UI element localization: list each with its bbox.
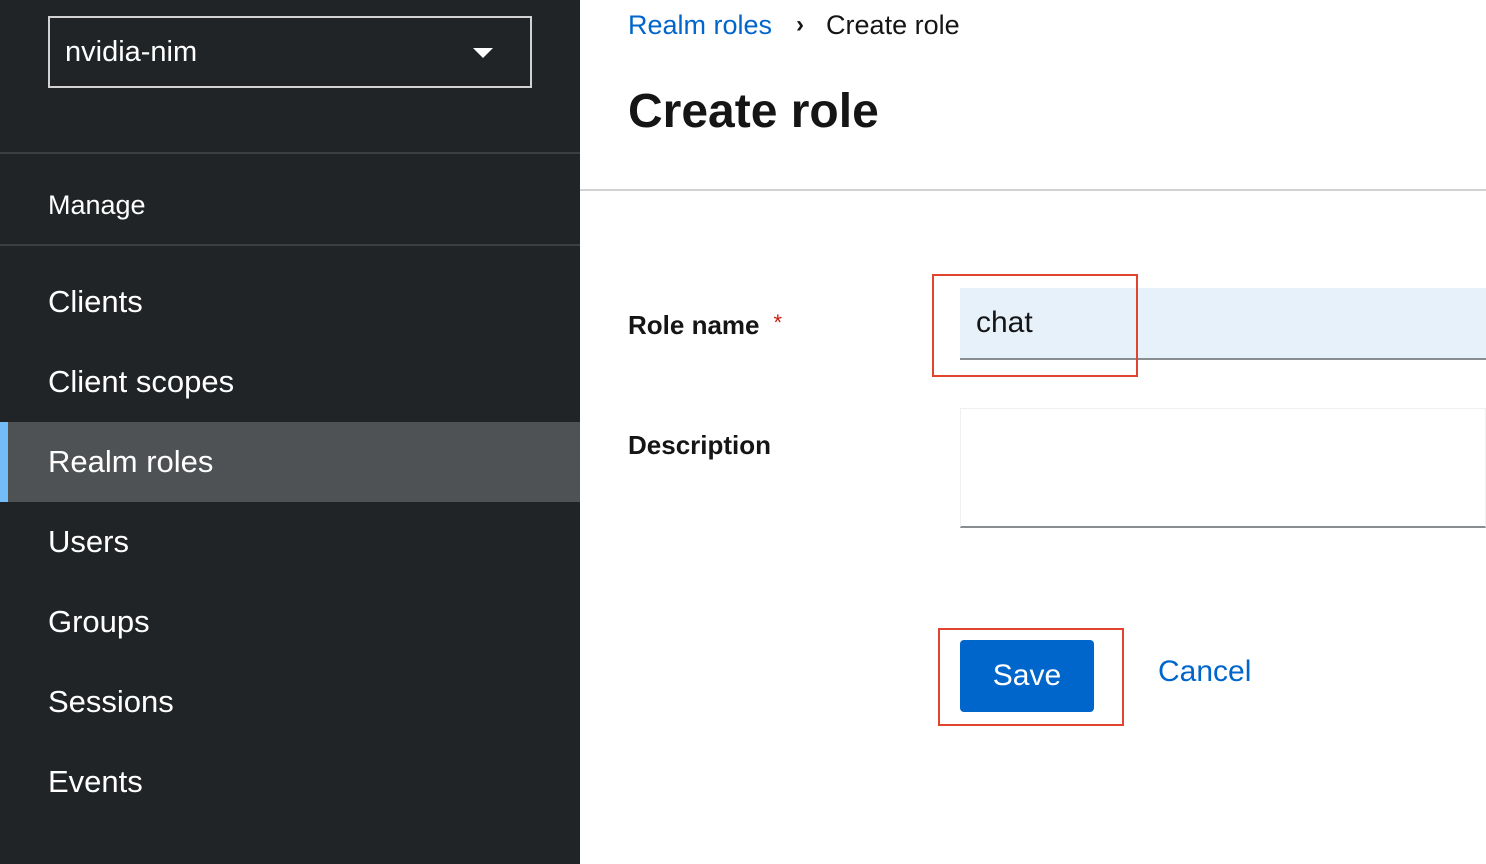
sidebar-item-label: Events xyxy=(48,764,143,799)
role-name-label-text: Role name xyxy=(628,310,760,340)
sidebar-item-label: Realm roles xyxy=(48,444,214,479)
role-name-label: Role name * xyxy=(628,310,782,341)
sidebar-divider xyxy=(0,152,580,154)
sidebar-item-groups[interactable]: Groups xyxy=(0,582,580,662)
save-button[interactable]: Save xyxy=(960,640,1094,712)
sidebar-item-label: Groups xyxy=(48,604,150,639)
sidebar-item-users[interactable]: Users xyxy=(0,502,580,582)
sidebar-item-label: Clients xyxy=(48,284,143,319)
sidebar-divider xyxy=(0,244,580,246)
caret-down-icon xyxy=(473,48,493,58)
page-title: Create role xyxy=(628,85,879,138)
sidebar-item-label: Client scopes xyxy=(48,364,235,399)
required-indicator: * xyxy=(773,310,783,335)
breadcrumb-current: Create role xyxy=(826,9,960,40)
sidebar-section-title: Manage xyxy=(48,190,146,220)
description-label: Description xyxy=(628,430,772,460)
sidebar: nvidia-nim Manage Clients Client scopes … xyxy=(0,0,580,864)
role-name-input[interactable] xyxy=(960,288,1486,360)
realm-selector-value: nvidia-nim xyxy=(65,35,198,68)
sidebar-item-label: Users xyxy=(48,524,129,559)
cancel-button[interactable]: Cancel xyxy=(1158,655,1251,689)
realm-selector[interactable]: nvidia-nim xyxy=(48,16,532,88)
breadcrumb: Realm roles › Create role xyxy=(628,8,960,42)
sidebar-item-label: Sessions xyxy=(48,684,174,719)
description-textarea[interactable] xyxy=(960,408,1486,528)
sidebar-item-clients[interactable]: Clients xyxy=(0,262,580,342)
breadcrumb-link-realm-roles[interactable]: Realm roles xyxy=(628,10,772,41)
sidebar-item-realm-roles[interactable]: Realm roles xyxy=(0,422,580,502)
header-divider xyxy=(580,189,1486,191)
sidebar-item-client-scopes[interactable]: Client scopes xyxy=(0,342,580,422)
breadcrumb-separator-icon: › xyxy=(796,11,805,38)
sidebar-item-events[interactable]: Events xyxy=(0,742,580,822)
sidebar-item-sessions[interactable]: Sessions xyxy=(0,662,580,742)
